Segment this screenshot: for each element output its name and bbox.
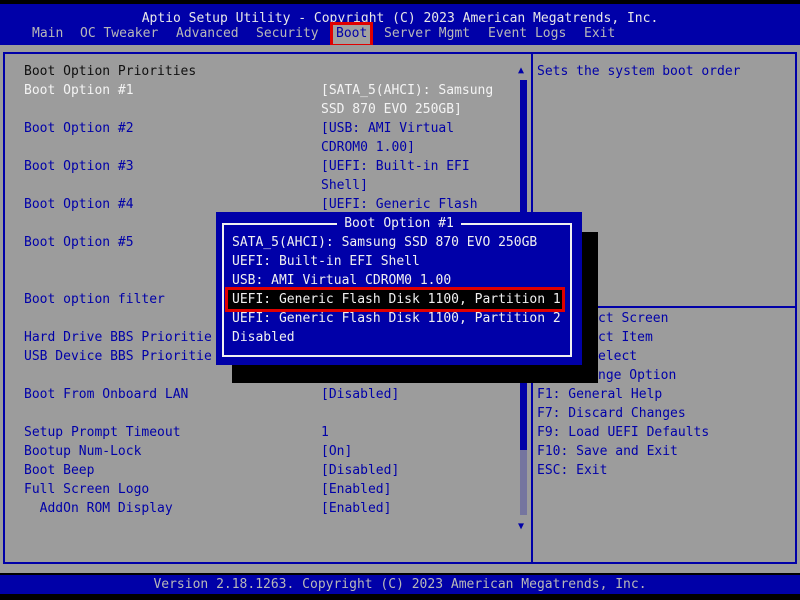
scrollbar-track[interactable] <box>520 450 527 515</box>
tab-server-mgmt[interactable]: Server Mgmt <box>380 24 474 45</box>
setting-value[interactable]: [Disabled] <box>321 385 399 404</box>
tab-oc-tweaker[interactable]: OC Tweaker <box>76 24 162 45</box>
setting-value[interactable]: [Enabled] <box>321 480 391 499</box>
help-key: F7: Discard Changes <box>537 406 686 421</box>
tab-security[interactable]: Security <box>252 24 323 45</box>
setting-label[interactable]: Boot From Onboard LAN <box>24 385 188 404</box>
help-key-partial: ct Item <box>598 330 653 345</box>
popup-option[interactable]: Disabled <box>232 328 295 347</box>
setting-label[interactable]: Boot Beep <box>24 461 94 480</box>
help-key: F9: Load UEFI Defaults <box>537 425 710 440</box>
setting-value[interactable]: 1 <box>321 423 329 442</box>
setting-value[interactable]: [SATA_5(AHCI): Samsung <box>321 81 493 100</box>
setting-label[interactable]: Boot Option #2 <box>24 119 134 138</box>
scroll-up-arrow-icon[interactable]: ▲ <box>518 66 524 76</box>
popup-option[interactable]: UEFI: Built-in EFI Shell <box>232 252 420 271</box>
setting-value[interactable]: [Disabled] <box>321 461 399 480</box>
help-key-partial: elect <box>598 349 638 364</box>
help-key-partial: ct Screen <box>598 311 669 326</box>
setting-value-cont: CDROM0 1.00] <box>321 140 415 155</box>
setting-value[interactable]: [Enabled] <box>321 499 391 518</box>
popup-option[interactable]: UEFI: Generic Flash Disk 1100, Partition… <box>232 309 561 328</box>
help-key-partial: nge Option <box>598 368 677 383</box>
boot-option-popup: Boot Option #1 SATA_5(AHCI): Samsung SSD… <box>216 212 582 365</box>
footer-version: Version 2.18.1263. Copyright (C) 2023 Am… <box>0 575 800 594</box>
setting-label[interactable]: Hard Drive BBS Prioritie <box>24 328 212 347</box>
popup-title: Boot Option #1 <box>337 216 461 231</box>
tab-boot[interactable]: Boot <box>329 22 374 47</box>
popup-option[interactable]: SATA_5(AHCI): Samsung SSD 870 EVO 250GB <box>232 233 537 252</box>
setting-value-cont: SSD 870 EVO 250GB] <box>321 102 462 117</box>
setting-value[interactable]: [On] <box>321 442 352 461</box>
setting-label[interactable]: Setup Prompt Timeout <box>24 423 181 442</box>
tab-exit[interactable]: Exit <box>580 24 619 45</box>
tab-advanced[interactable]: Advanced <box>172 24 243 45</box>
help-key: F10: Save and Exit <box>537 444 678 459</box>
setting-label[interactable]: Boot Option #3 <box>24 157 134 176</box>
setting-value-cont: Shell] <box>321 178 368 193</box>
setting-label: Boot Option Priorities <box>24 64 197 79</box>
setting-label[interactable]: Bootup Num-Lock <box>24 442 141 461</box>
setting-label[interactable]: AddOn ROM Display <box>24 499 173 518</box>
help-key: ESC: Exit <box>537 463 608 478</box>
popup-option[interactable]: USB: AMI Virtual CDROM0 1.00 <box>232 271 451 290</box>
setting-label[interactable]: Full Screen Logo <box>24 480 149 499</box>
tab-main[interactable]: Main <box>28 24 67 45</box>
help-key: F1: General Help <box>537 387 663 402</box>
help-description: Sets the system boot order <box>537 64 741 79</box>
header-bar: Aptio Setup Utility - Copyright (C) 2023… <box>0 4 800 47</box>
scroll-down-arrow-icon[interactable]: ▼ <box>518 522 524 532</box>
tab-event-logs[interactable]: Event Logs <box>484 24 570 45</box>
setting-label[interactable]: Boot option filter <box>24 290 165 309</box>
setting-value[interactable]: [UEFI: Built-in EFI <box>321 157 470 176</box>
setting-label[interactable]: Boot Option #5 <box>24 233 134 252</box>
setting-label[interactable]: Boot Option #4 <box>24 195 134 214</box>
setting-label[interactable]: Boot Option #1 <box>24 81 134 100</box>
setting-value[interactable]: [USB: AMI Virtual <box>321 119 454 138</box>
popup-option[interactable]: UEFI: Generic Flash Disk 1100, Partition… <box>225 287 565 312</box>
setting-label[interactable]: USB Device BBS Prioritie <box>24 347 212 366</box>
